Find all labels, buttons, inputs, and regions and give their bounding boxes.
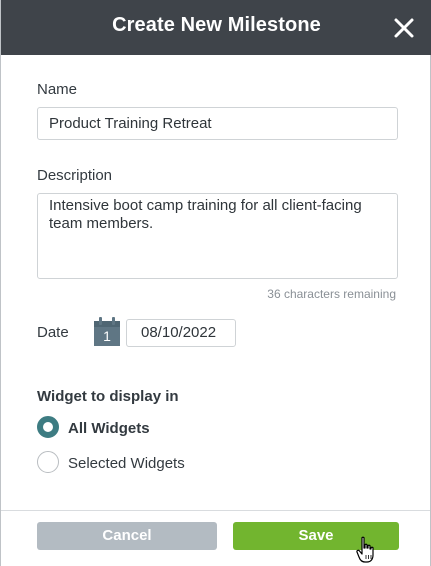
dialog-header: Create New Milestone bbox=[1, 0, 431, 55]
description-textarea[interactable]: Intensive boot camp training for all cli… bbox=[37, 193, 398, 279]
hand-pointer-icon bbox=[356, 536, 374, 563]
create-milestone-dialog: Create New Milestone Name Product Traini… bbox=[0, 0, 431, 566]
name-label: Name bbox=[37, 81, 78, 98]
date-label: Date bbox=[37, 324, 69, 341]
radio-label-all-widgets[interactable]: All Widgets bbox=[68, 420, 150, 437]
widget-section-title: Widget to display in bbox=[37, 388, 179, 405]
close-icon[interactable] bbox=[392, 16, 416, 40]
dialog-title: Create New Milestone bbox=[112, 14, 321, 36]
name-input[interactable]: Product Training Retreat bbox=[37, 107, 398, 140]
radio-label-selected-widgets[interactable]: Selected Widgets bbox=[68, 455, 185, 472]
radio-all-widgets[interactable] bbox=[37, 416, 59, 438]
date-input[interactable]: 08/10/2022 bbox=[126, 319, 236, 347]
calendar-button[interactable]: 1 bbox=[93, 317, 121, 347]
chars-remaining-counter: 36 characters remaining bbox=[267, 287, 396, 301]
close-button[interactable] bbox=[392, 16, 416, 40]
radio-selected-widgets[interactable] bbox=[37, 451, 59, 473]
description-label: Description bbox=[37, 167, 113, 184]
calendar-day-number: 1 bbox=[103, 328, 111, 344]
cancel-button[interactable]: Cancel bbox=[37, 522, 217, 550]
